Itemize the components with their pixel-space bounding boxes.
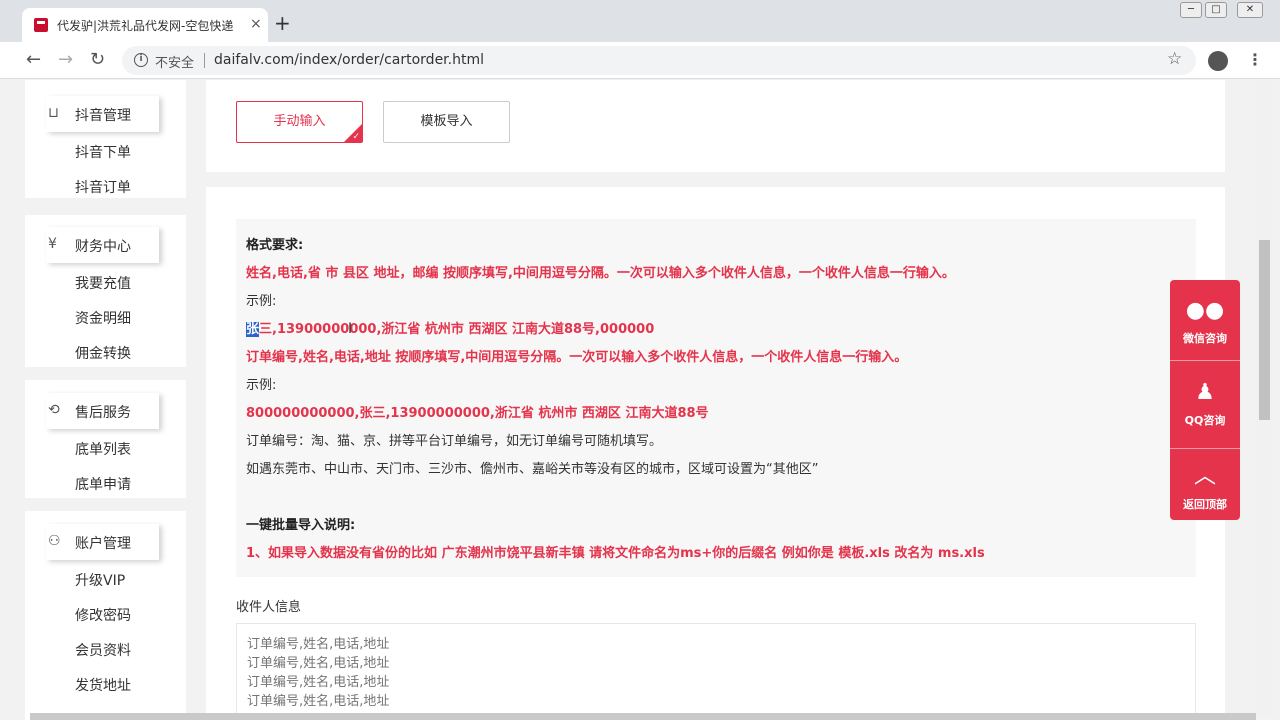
tab-close-icon[interactable]: × — [250, 16, 262, 32]
back-to-top-button[interactable]: ︿ 返回顶部 — [1170, 464, 1240, 512]
close-window-button[interactable]: ✕ — [1237, 2, 1263, 18]
sidebar-head-aftersale[interactable]: ⟲ 售后服务 — [46, 393, 159, 429]
wechat-consult-button[interactable]: ●● 微信咨询 — [1170, 298, 1240, 346]
address-bar[interactable]: i 不安全 daifalv.com/index/order/cartorder.… — [122, 46, 1196, 75]
sidebar-item-change-password[interactable]: 修改密码 — [75, 605, 131, 625]
address-divider — [204, 53, 205, 68]
example-label-2: 示例: — [246, 378, 277, 393]
example-label-1: 示例: — [246, 294, 277, 309]
sidebar-item-member-profile[interactable]: 会员资料 — [75, 640, 131, 660]
browser-tab[interactable]: 代发驴|洪荒礼品代发网-空包快递 × — [22, 8, 268, 42]
bulk-import-rule: 1、如果导入数据没有省份的比如 广东潮州市饶平县新丰镇 请将文件命名为ms+你的… — [246, 546, 985, 561]
sidebar-head-label: 财务中心 — [75, 239, 131, 255]
format-title: 格式要求: — [246, 238, 304, 253]
selected-text: 张 — [246, 322, 260, 337]
recipient-textarea[interactable] — [236, 623, 1196, 720]
tab-title: 代发驴|洪荒礼品代发网-空包快递 — [57, 19, 234, 33]
sidebar-item-commission[interactable]: 佣金转换 — [75, 343, 131, 363]
info-icon[interactable]: i — [134, 53, 148, 67]
qq-icon: ♟ — [1195, 380, 1215, 405]
sidebar-item-receipt-list[interactable]: 底单列表 — [75, 439, 131, 459]
url-text[interactable]: daifalv.com/index/order/cartorder.html — [214, 52, 484, 68]
format-instructions: 格式要求: 姓名,电话,省 市 县区 地址，邮编 按顺序填写,中间用逗号分隔。一… — [236, 219, 1196, 577]
vertical-scroll-thumb[interactable] — [1259, 240, 1270, 420]
reload-icon[interactable]: ↻ — [90, 50, 105, 70]
input-mode-card: 手动输入 ✓ 模板导入 — [206, 80, 1225, 172]
page-content: ⊔ 抖音管理 抖音下单 抖音订单 ¥ 财务中心 我要充值 资金明细 佣金转换 ⟲… — [0, 80, 1280, 720]
district-note: 如遇东莞市、中山市、天门市、三沙市、儋州市、嘉峪关市等没有区的城市，区域可设置为… — [246, 462, 819, 477]
sidebar-head-label: 抖音管理 — [75, 108, 131, 124]
sidebar-item-receipt-apply[interactable]: 底单申请 — [75, 474, 131, 494]
browser-menu-icon[interactable]: ⋮ — [1247, 50, 1263, 69]
order-number-note: 订单编号：淘、猫、京、拼等平台订单编号，如无订单编号可随机填写。 — [246, 434, 663, 449]
vertical-scrollbar[interactable] — [1256, 80, 1273, 714]
sidebar-item-fund-details[interactable]: 资金明细 — [75, 308, 131, 328]
qq-consult-button[interactable]: ♟ QQ咨询 — [1170, 380, 1240, 428]
check-icon: ✓ — [352, 132, 360, 142]
minimize-button[interactable]: ─ — [1180, 2, 1202, 18]
forward-arrow-icon[interactable]: → — [58, 50, 73, 70]
template-import-button[interactable]: 模板导入 — [383, 101, 510, 143]
sidebar-item-recharge[interactable]: 我要充值 — [75, 273, 131, 293]
site-favicon-icon — [34, 18, 48, 32]
chevron-up-icon: ︿ — [1193, 464, 1216, 489]
user-icon: ⚇ — [48, 533, 61, 549]
sidebar-head-label: 账户管理 — [75, 536, 131, 552]
back-arrow-icon[interactable]: ← — [26, 50, 41, 70]
bag-icon: ⊔ — [48, 105, 59, 121]
sidebar-head-label: 售后服务 — [75, 405, 131, 421]
sidebar-item-douyin-order[interactable]: 抖音下单 — [75, 142, 131, 162]
example-1: 张三,13900000000,浙江省 杭州市 西湖区 江南大道88号,00000… — [246, 318, 654, 337]
finance-icon: ¥ — [48, 236, 57, 252]
sidebar-item-ship-address[interactable]: 发货地址 — [75, 675, 131, 695]
text-cursor-icon: I — [348, 321, 353, 337]
example-1-text: 三,13900000000,浙江省 杭州市 西湖区 江南大道88号,000000 — [259, 322, 655, 337]
back-to-top-label: 返回顶部 — [1183, 498, 1227, 511]
sidebar-head-account[interactable]: ⚇ 账户管理 — [46, 524, 159, 560]
wechat-icon: ●● — [1185, 298, 1225, 323]
recipient-label: 收件人信息 — [236, 600, 302, 615]
manual-input-button[interactable]: 手动输入 ✓ — [236, 101, 363, 143]
wechat-consult-label: 微信咨询 — [1183, 332, 1227, 345]
browser-tab-strip: 代发驴|洪荒礼品代发网-空包快递 × + ─ □ ✕ — [0, 0, 1280, 42]
float-divider — [1170, 360, 1240, 361]
insecure-label: 不安全 — [155, 56, 195, 71]
maximize-button[interactable]: □ — [1205, 2, 1227, 18]
sidebar: ⊔ 抖音管理 抖音下单 抖音订单 ¥ 财务中心 我要充值 资金明细 佣金转换 ⟲… — [25, 80, 186, 720]
manual-input-label: 手动输入 — [273, 114, 326, 129]
float-divider — [1170, 448, 1240, 449]
sidebar-head-douyin[interactable]: ⊔ 抖音管理 — [46, 96, 159, 132]
sidebar-item-douyin-orders[interactable]: 抖音订单 — [75, 177, 131, 197]
qq-consult-label: QQ咨询 — [1184, 414, 1226, 427]
account-icon[interactable] — [1208, 51, 1228, 71]
format-rule-1: 姓名,电话,省 市 县区 地址，邮编 按顺序填写,中间用逗号分隔。一次可以输入多… — [246, 266, 955, 281]
floating-service-bar: ●● 微信咨询 ♟ QQ咨询 ︿ 返回顶部 — [1170, 280, 1240, 520]
sidebar-head-finance[interactable]: ¥ 财务中心 — [46, 227, 159, 263]
bulk-import-title: 一键批量导入说明: — [246, 518, 356, 533]
service-icon: ⟲ — [48, 402, 60, 418]
horizontal-scrollbar[interactable] — [30, 713, 1256, 720]
sidebar-item-upgrade-vip[interactable]: 升级VIP — [75, 570, 125, 590]
browser-toolbar: ← → ↻ i 不安全 daifalv.com/index/order/cart… — [0, 42, 1280, 79]
new-tab-button[interactable]: + — [274, 13, 291, 33]
example-2: 800000000000,张三,13900000000,浙江省 杭州市 西湖区 … — [246, 406, 709, 421]
format-rule-2: 订单编号,姓名,电话,地址 按顺序填写,中间用逗号分隔。一次可以输入多个收件人信… — [246, 350, 908, 365]
bookmark-star-icon[interactable]: ☆ — [1167, 49, 1182, 69]
order-form-card: 格式要求: 姓名,电话,省 市 县区 地址，邮编 按顺序填写,中间用逗号分隔。一… — [206, 187, 1225, 720]
